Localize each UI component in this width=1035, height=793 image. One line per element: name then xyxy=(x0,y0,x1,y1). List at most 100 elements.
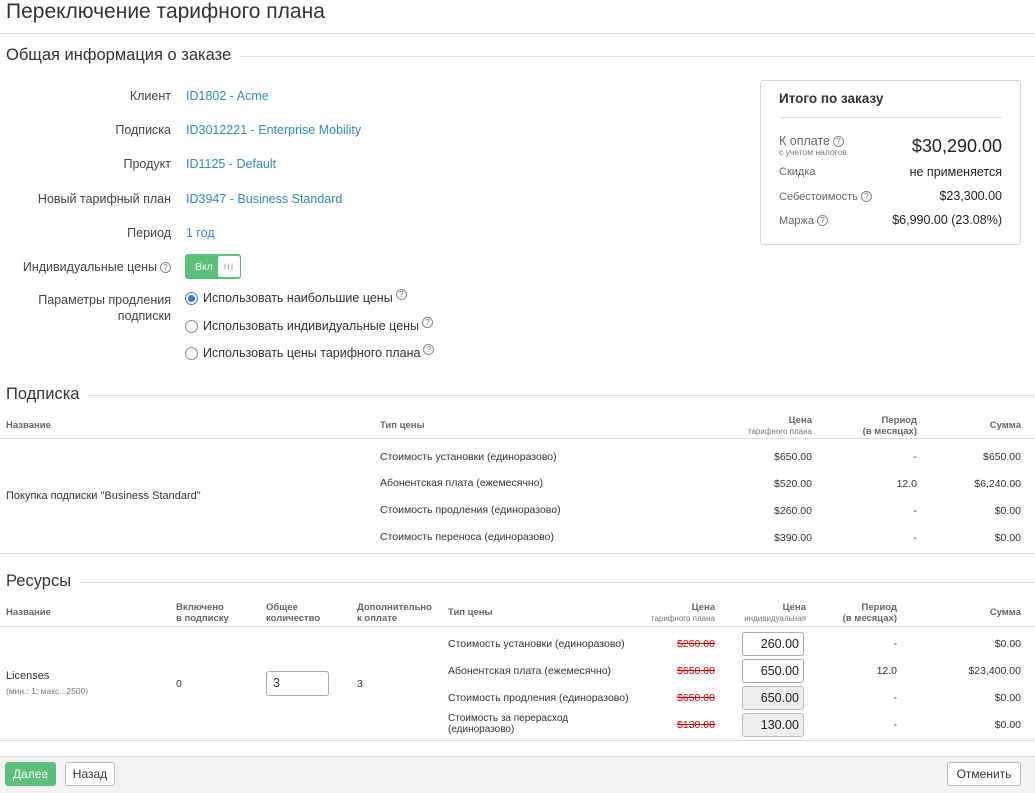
col-included-line-1: Включено xyxy=(176,602,224,613)
renewal-option-plan[interactable]: Использовать цены тарифного плана ? xyxy=(185,343,435,360)
resources-heading-text: Ресурсы xyxy=(6,572,72,590)
sub-row-period: - xyxy=(913,451,918,463)
help-icon[interactable]: ? xyxy=(423,343,435,355)
help-icon[interactable]: ? xyxy=(860,191,872,203)
col-included: Включено в подписку xyxy=(176,602,229,624)
indiv-price-input[interactable]: 650.00 xyxy=(742,659,804,683)
sub-row-price: $260.00 xyxy=(774,505,812,517)
subscription-item-name: Покупка подписки "Business Standard" xyxy=(6,490,201,502)
field-label: Индивидуальные цены? xyxy=(0,260,171,274)
discount-value: не применяется xyxy=(909,165,1002,179)
col-period-sub: (в месяцах) xyxy=(842,613,897,624)
indiv-price-input[interactable]: 260.00 xyxy=(742,632,804,656)
radio-button[interactable] xyxy=(185,346,198,360)
quantity-input[interactable]: 3 xyxy=(266,671,329,696)
res-row-plan-price: $130.00 xyxy=(677,719,715,731)
field-period: Период 1 год xyxy=(0,223,500,243)
new-plan-link[interactable]: ID3947 - Business Standard xyxy=(186,192,342,206)
help-icon[interactable]: ? xyxy=(422,316,434,328)
field-client: Клиент ID1802 - Acme xyxy=(0,86,500,106)
res-row-type-line-1: Стоимость за перерасход xyxy=(448,713,569,724)
individual-prices-toggle[interactable]: Вкл III xyxy=(185,254,241,279)
col-plan-price: Цена тарифного плана xyxy=(712,415,812,437)
help-icon[interactable]: ? xyxy=(160,262,171,274)
order-summary-panel: Итого по заказу К оплате? с учетом налог… xyxy=(760,80,1021,245)
indiv-price-input-disabled: 650.00 xyxy=(742,686,804,710)
indiv-price-input-disabled: 130.00 xyxy=(742,713,804,737)
sub-row-sum: $650.00 xyxy=(983,451,1021,463)
summary-title: Итого по заказу xyxy=(779,91,884,106)
help-icon[interactable]: ? xyxy=(395,288,407,300)
subscription-section-heading: Подписка xyxy=(6,385,1035,404)
col-period-sub: (в месяцах) xyxy=(862,426,917,437)
radio-button[interactable] xyxy=(185,319,198,333)
renewal-option-individual[interactable]: Использовать индивидуальные цены ? xyxy=(185,316,434,333)
col-plan-price-sub: тарифного плана xyxy=(650,614,715,623)
renewal-label: Параметры продления подписки xyxy=(0,292,171,324)
col-additional: Дополнительно к оплате xyxy=(357,602,432,624)
help-icon[interactable]: ? xyxy=(832,136,844,148)
margin-value: $6,990.00 (23.08%) xyxy=(892,213,1002,227)
sub-row-price: $650.00 xyxy=(774,451,812,463)
res-row-sum: $23,400.00 xyxy=(968,665,1021,677)
subscription-link[interactable]: ID3012221 - Enterprise Mobility xyxy=(186,123,361,137)
col-plan-price-sub: тарифного плана xyxy=(747,427,812,436)
res-row-type: Стоимость за перерасход (единоразово) xyxy=(448,713,568,735)
renewal-label-line-1: Параметры продления xyxy=(38,293,171,307)
col-price-type: Тип цены xyxy=(448,607,493,618)
sub-row-price: $520.00 xyxy=(774,478,812,490)
res-row-plan-price: $650.00 xyxy=(677,692,715,704)
cancel-button[interactable]: Отменить xyxy=(947,762,1021,786)
col-additional-line-2: к оплате xyxy=(357,613,398,624)
col-period-label: Период xyxy=(861,602,897,613)
client-link[interactable]: ID1802 - Acme xyxy=(186,89,269,103)
to-pay-value: $30,290.00 xyxy=(911,136,1002,157)
toggle-label: Вкл xyxy=(195,260,213,273)
to-pay-label: К оплате xyxy=(779,134,830,148)
field-label: Продукт xyxy=(123,157,172,171)
table-header-divider xyxy=(0,626,1035,627)
page-title: Переключение тарифного плана xyxy=(6,0,325,23)
summary-divider xyxy=(779,117,1002,118)
col-name: Название xyxy=(6,607,51,618)
res-row-type: Абонентская плата (ежемесячно) xyxy=(448,665,612,677)
res-row-type-line-2: (единоразово) xyxy=(448,724,515,735)
back-button[interactable]: Назад xyxy=(65,762,115,786)
next-button[interactable]: Далее xyxy=(5,762,56,786)
res-row-sum: $0.00 xyxy=(994,719,1021,731)
field-label: Новый тарифный план xyxy=(37,192,171,206)
general-section-heading: Общая информация о заказе xyxy=(6,46,1035,65)
to-pay-sublabel: с учетом налогов xyxy=(779,147,847,158)
summary-discount: Скидка не применяется xyxy=(779,165,1002,179)
summary-to-pay: К оплате? с учетом налогов $30,290.00 xyxy=(779,134,1002,158)
renewal-option-highest[interactable]: Использовать наибольшие цены ? xyxy=(185,288,407,305)
additional-value: 3 xyxy=(357,678,363,690)
discount-label: Скидка xyxy=(779,166,816,178)
col-period: Период (в месяцах) xyxy=(817,415,917,437)
product-link[interactable]: ID1125 - Default xyxy=(186,157,276,171)
sub-row-price: $390.00 xyxy=(774,532,812,544)
col-indiv-price: Цена индивидуальная xyxy=(706,602,806,624)
table-bottom-divider xyxy=(0,553,1035,554)
margin-label: Маржа xyxy=(779,215,814,227)
field-individual-prices: Индивидуальные цены? xyxy=(0,257,500,277)
subscription-heading-text: Подписка xyxy=(6,385,80,403)
period-link[interactable]: 1 год xyxy=(186,226,215,240)
licenses-link[interactable]: Licenses xyxy=(6,670,49,682)
summary-margin: Маржа? $6,990.00 (23.08%) xyxy=(779,213,1002,227)
table-bottom-divider xyxy=(0,740,1035,741)
resources-section-heading: Ресурсы xyxy=(6,572,1035,591)
sub-row-sum: $6,240.00 xyxy=(974,478,1021,490)
col-sum: Сумма xyxy=(989,607,1021,618)
general-heading-text: Общая информация о заказе xyxy=(6,46,232,64)
col-indiv-price-sub: индивидуальная xyxy=(744,614,806,623)
field-label: Клиент xyxy=(129,89,171,103)
radio-button[interactable] xyxy=(185,291,198,305)
sub-row-type: Абонентская плата (ежемесячно) xyxy=(380,477,544,489)
res-row-period: 12.0 xyxy=(876,665,897,677)
col-total-line-2: количество xyxy=(266,613,321,624)
sub-row-type: Стоимость установки (единоразово) xyxy=(380,451,557,463)
individual-prices-label: Индивидуальные цены xyxy=(22,260,157,274)
help-icon[interactable]: ? xyxy=(817,215,828,227)
sub-row-sum: $0.00 xyxy=(994,505,1021,517)
